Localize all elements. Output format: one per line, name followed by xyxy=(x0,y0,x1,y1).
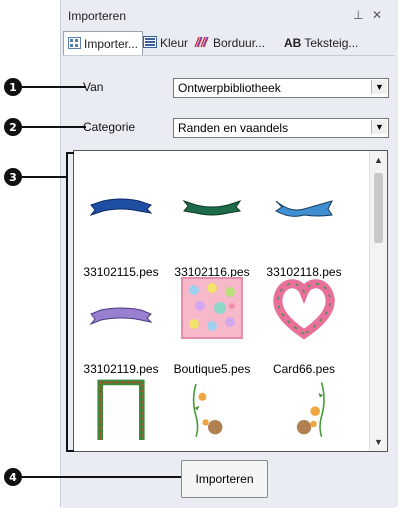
vine-corner-thumbnail-icon xyxy=(296,382,325,438)
gallery-item[interactable]: 33102119.pes xyxy=(77,276,165,386)
tab-kleur[interactable]: Kleur xyxy=(143,33,188,53)
scroll-down-icon[interactable]: ▼ xyxy=(370,437,387,447)
tab-label: Borduur... xyxy=(213,36,266,50)
chevron-down-icon[interactable]: ▼ xyxy=(371,120,387,134)
categorie-label: Categorie xyxy=(83,120,136,134)
gallery-item[interactable] xyxy=(168,376,256,451)
callout-line xyxy=(22,126,86,128)
panel-title: Importeren xyxy=(68,9,127,23)
gallery-item[interactable]: 33102116.pes xyxy=(168,179,256,289)
gallery-item[interactable]: Card66.pes xyxy=(260,276,348,386)
text-properties-icon: AB xyxy=(284,36,302,50)
gallery-item-name: Card66.pes xyxy=(272,362,336,376)
gallery-item[interactable] xyxy=(260,376,348,451)
gallery-item[interactable]: Boutique5.pes xyxy=(168,276,256,386)
callout-line xyxy=(22,86,86,88)
banner-thumbnail-icon xyxy=(89,307,153,326)
callout-line xyxy=(22,476,181,478)
close-icon[interactable]: ✕ xyxy=(372,8,382,22)
import-grid-icon xyxy=(68,36,81,52)
vine-corner-thumbnail-icon xyxy=(192,383,223,438)
tab-bar: Importer... Kleur Borduur... AB Teksteig… xyxy=(63,31,396,56)
chevron-down-icon[interactable]: ▼ xyxy=(371,80,387,94)
callout-4: 4 xyxy=(4,468,22,486)
gallery-grid: 33102115.pes 33102116.pes 33102118.pes 3… xyxy=(74,151,368,451)
gallery-item[interactable] xyxy=(77,376,165,451)
banner-thumbnail-icon xyxy=(275,200,333,217)
gallery-item[interactable]: 33102115.pes xyxy=(77,179,165,289)
boutique-thumbnail-icon xyxy=(181,277,243,339)
heart-wreath-thumbnail-icon xyxy=(273,279,335,340)
van-select[interactable]: Ontwerpbibliotheek ▼ xyxy=(173,78,389,98)
banner-thumbnail-icon xyxy=(182,199,242,216)
color-list-icon xyxy=(143,35,157,51)
tab-borduur[interactable]: Borduur... xyxy=(194,33,265,53)
embroidery-icon xyxy=(194,36,210,51)
gallery-item[interactable]: 33102118.pes xyxy=(260,179,348,289)
categorie-select[interactable]: Randen en vaandels ▼ xyxy=(173,118,389,138)
gallery-item-name: 33102119.pes xyxy=(83,362,159,376)
tab-label: Importer... xyxy=(84,37,139,51)
callout-bracket xyxy=(66,152,74,452)
van-value: Ontwerpbibliotheek xyxy=(178,81,281,95)
gallery-item-name: Boutique5.pes xyxy=(173,362,251,376)
scrollbar-thumb[interactable] xyxy=(374,173,383,243)
gallery-scrollbar[interactable]: ▲ ▼ xyxy=(369,151,387,451)
callout-1: 1 xyxy=(4,78,22,96)
callout-line xyxy=(22,176,68,178)
design-gallery[interactable]: 33102115.pes 33102116.pes 33102118.pes 3… xyxy=(73,150,388,452)
callout-2: 2 xyxy=(4,118,22,136)
tab-label: Teksteig... xyxy=(304,36,359,50)
panel-titlebar: Importeren ⊥ ✕ xyxy=(61,4,395,26)
scroll-up-icon[interactable]: ▲ xyxy=(370,155,387,165)
van-label: Van xyxy=(83,80,104,94)
banner-thumbnail-icon xyxy=(89,198,153,217)
callout-3: 3 xyxy=(4,168,22,186)
pin-icon[interactable]: ⊥ xyxy=(353,8,363,22)
tab-importeren[interactable]: Importer... xyxy=(63,31,143,56)
tab-teksteigenschappen[interactable]: AB Teksteig... xyxy=(284,33,358,53)
categorie-value: Randen en vaandels xyxy=(178,121,289,135)
import-button[interactable]: Importeren xyxy=(181,460,268,498)
tab-label: Kleur xyxy=(160,36,189,50)
floral-frame-thumbnail-icon xyxy=(97,379,145,440)
panel-divider xyxy=(60,0,61,507)
